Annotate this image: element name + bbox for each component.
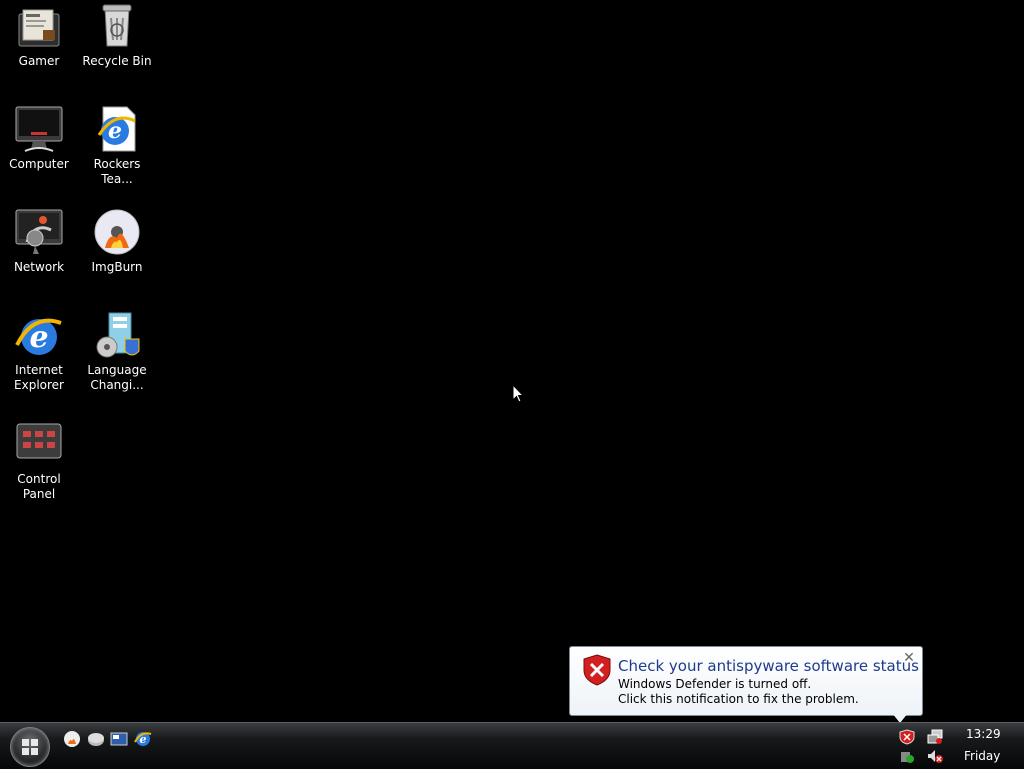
desktop-icon-label: Network: [13, 260, 65, 274]
desktop-icon-internet-explorer[interactable]: e Internet Explorer: [0, 311, 78, 393]
computer-icon: [13, 105, 65, 155]
network-icon: [13, 208, 65, 258]
safely-remove-icon[interactable]: [899, 748, 915, 764]
desktop-icon-language-changer[interactable]: Language Changi...: [78, 311, 156, 393]
clock-time[interactable]: 13:29: [966, 727, 1001, 741]
mouse-cursor-icon: [512, 383, 525, 404]
notification-balloon[interactable]: Check your antispyware software status W…: [569, 646, 923, 723]
recycle-bin-icon: [91, 2, 143, 52]
imgburn-icon: [91, 208, 143, 258]
desktop-icon-label: Rockers Tea...: [93, 157, 141, 186]
network-status-icon[interactable]: [927, 729, 943, 745]
volume-muted-icon[interactable]: [927, 748, 943, 764]
desktop-icon-label: ImgBurn: [91, 260, 143, 274]
desktop-icon-network[interactable]: Network: [0, 208, 78, 275]
control-panel-icon: [13, 420, 65, 470]
desktop-icon-label: Recycle Bin: [82, 54, 152, 68]
desktop-icon-imgburn[interactable]: ImgBurn: [78, 208, 156, 275]
ie-shortcut-icon: e: [91, 105, 143, 155]
taskbar: e: [0, 722, 1024, 769]
notification-title[interactable]: Check your antispyware software status: [618, 657, 919, 675]
desktop-icon-label: Control Panel: [17, 472, 61, 501]
internet-explorer-icon[interactable]: e: [134, 730, 152, 748]
clock-day[interactable]: Friday: [964, 749, 1000, 763]
desktop-icon-label: Language Changi...: [87, 363, 147, 392]
security-shield-error-icon: [583, 654, 611, 686]
desktop-icon-recycle-bin[interactable]: Recycle Bin: [78, 2, 156, 69]
desktop-icon-computer[interactable]: Computer: [0, 105, 78, 172]
notification-message-line: Windows Defender is turned off.: [618, 677, 812, 691]
disc-icon[interactable]: [87, 730, 105, 748]
desktop-icon-label: Gamer: [18, 54, 60, 68]
desktop-icon-rockers-team[interactable]: e Rockers Tea...: [78, 105, 156, 187]
windows-logo-icon: [22, 739, 38, 755]
security-alert-icon[interactable]: [899, 729, 915, 745]
language-changer-icon: [91, 311, 143, 361]
imgburn-icon[interactable]: [63, 730, 81, 748]
desktop-icon-label: Computer: [9, 157, 69, 171]
desktop-icon-label: Internet Explorer: [14, 363, 64, 392]
folder-icon: [13, 2, 65, 52]
start-button[interactable]: [10, 727, 50, 767]
notification-message-line: Click this notification to fix the probl…: [618, 692, 859, 706]
desktop-icon-gamer[interactable]: Gamer: [0, 2, 78, 69]
close-icon[interactable]: ✕: [902, 651, 916, 665]
show-desktop-icon[interactable]: [110, 730, 128, 748]
internet-explorer-icon: e: [13, 311, 65, 361]
desktop-icon-control-panel[interactable]: Control Panel: [0, 420, 78, 502]
